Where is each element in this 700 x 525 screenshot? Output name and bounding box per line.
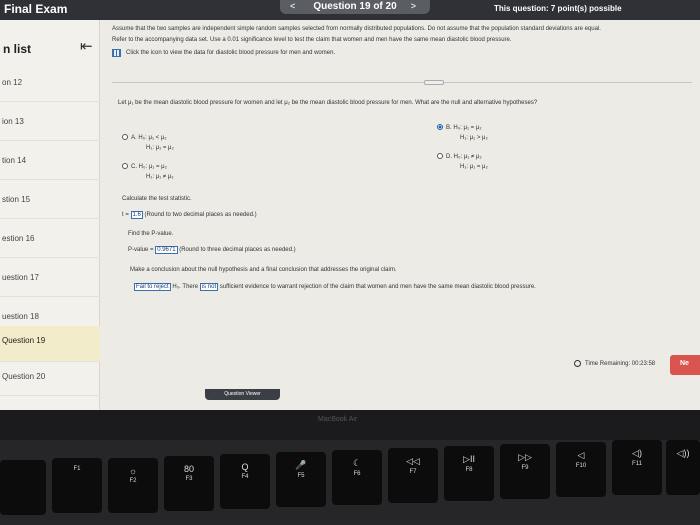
option-b-h0: B. H₀: μ₁ = μ₂	[446, 125, 482, 131]
t-prefix: t =	[122, 212, 129, 218]
option-d-h0: D. H₀: μ₁ ≠ μ₂	[446, 154, 482, 160]
conclusion-row: Fail to reject H₀. There is not sufficie…	[134, 283, 536, 291]
question-list-sidebar: n list ⇤ on 12 ion 13 tion 14 stion 15 e…	[0, 20, 100, 410]
prev-question-icon[interactable]: <	[290, 1, 295, 11]
option-d-radio[interactable]	[437, 153, 443, 159]
bezel-brand: MacBook Air	[318, 416, 358, 423]
key-f4: Q F4	[220, 454, 270, 509]
option-b[interactable]: B. H₀: μ₁ = μ₂	[437, 124, 482, 131]
sidebar-question-19[interactable]: Question 19	[0, 326, 100, 362]
key-f9: ▷▷ F9	[500, 444, 550, 499]
top-bar: Final Exam < Question 19 of 20 > This qu…	[0, 0, 700, 20]
conclusion-mid: H₀. There	[172, 284, 199, 290]
option-d[interactable]: D. H₀: μ₁ ≠ μ₂	[437, 153, 482, 160]
collapse-arrow-icon[interactable]: ⇤	[80, 37, 93, 55]
option-d-h1: H₁: μ₁ = μ₂	[460, 164, 488, 170]
option-a-h1: H₁: μ₁ = μ₂	[146, 145, 174, 151]
pvalue-prefix: P-value =	[128, 247, 154, 253]
option-a-h0: A. H₀: μ₁ < μ₂	[131, 135, 167, 141]
sidebar-question-20[interactable]: Question 20	[0, 362, 100, 396]
key-f3: 80 F3	[164, 456, 214, 511]
key-f12: ◁))	[666, 440, 700, 495]
key-f10: ◁ F10	[556, 442, 606, 497]
key-f1: F1	[52, 458, 102, 513]
laptop-bezel: MacBook Air	[0, 410, 700, 440]
key-f5: 🎤 F5	[276, 452, 326, 507]
next-question-icon[interactable]: >	[411, 1, 416, 11]
section-divider	[112, 80, 692, 85]
question-viewer-button[interactable]: Question Viewer	[205, 389, 280, 400]
key-f7: ◁◁ F7	[388, 448, 438, 503]
option-c-radio[interactable]	[122, 163, 128, 169]
pvalue-hint: (Round to three decimal places as needed…	[179, 247, 296, 253]
option-c-h0: C. H₀: μ₁ = μ₂	[131, 164, 167, 170]
key-f8: ▷II F8	[444, 446, 494, 501]
intro-line-2: Refer to the accompanying data set. Use …	[112, 37, 512, 43]
t-statistic-input[interactable]: 1.6	[130, 211, 143, 219]
data-link-text[interactable]: Click the icon to view the data for dias…	[126, 50, 335, 56]
question-counter: Question 19 of 20	[313, 1, 397, 12]
data-table-icon[interactable]	[112, 49, 121, 57]
pvalue-label: Find the P-value.	[128, 231, 174, 237]
question-navigator[interactable]: < Question 19 of 20 >	[280, 0, 430, 14]
keyboard: F1 ☼ F2 80 F3 Q F4 🎤 F5 ☾ F6 ◁◁ F7 ▷II F8 ▷▷ F9 …	[0, 440, 700, 525]
sidebar-question-15[interactable]: stion 15	[0, 185, 100, 219]
exam-title: Final Exam	[4, 2, 68, 16]
time-remaining: Time Remaining: 00:23:58	[574, 360, 655, 367]
sidebar-question-16[interactable]: estion 16	[0, 224, 100, 258]
conclusion-tail: sufficient evidence to warrant rejection…	[219, 284, 536, 290]
option-b-radio[interactable]	[437, 124, 443, 130]
evidence-dropdown[interactable]: is not	[199, 283, 219, 291]
hypothesis-prompt: Let μ₁ be the mean diastolic blood press…	[118, 100, 538, 106]
reject-dropdown[interactable]: Fail to reject	[134, 283, 171, 291]
points-possible: This question: 7 point(s) possible	[494, 4, 622, 13]
option-c-h1: H₁: μ₁ ≠ μ₂	[146, 174, 174, 180]
key-f2: ☼ F2	[108, 458, 158, 513]
sidebar-question-17[interactable]: uestion 17	[0, 263, 100, 297]
pvalue-row: P-value = 0.9671 (Round to three decimal…	[128, 246, 296, 254]
option-a[interactable]: A. H₀: μ₁ < μ₂	[122, 134, 167, 141]
option-c[interactable]: C. H₀: μ₁ = μ₂	[122, 163, 167, 170]
t-hint: (Round to two decimal places as needed.)	[144, 212, 257, 218]
sidebar-question-13[interactable]: ion 13	[0, 107, 100, 141]
problem-intro: Assume that the two samples are independ…	[112, 24, 692, 57]
option-b-h1: H₁: μ₁ > μ₂	[460, 135, 488, 141]
sidebar-question-14[interactable]: tion 14	[0, 146, 100, 180]
time-remaining-text: Time Remaining: 00:23:58	[585, 360, 656, 367]
calc-label: Calculate the test statistic.	[122, 196, 192, 202]
screen: Final Exam < Question 19 of 20 > This qu…	[0, 0, 700, 410]
data-link-row[interactable]: Click the icon to view the data for dias…	[112, 49, 692, 57]
question-content: Assume that the two samples are independ…	[112, 24, 692, 291]
intro-line-1: Assume that the two samples are independ…	[112, 26, 601, 32]
t-statistic-row: t = 1.6 (Round to two decimal places as …	[122, 211, 257, 219]
clock-icon	[574, 360, 581, 367]
question-list-title: n list	[3, 42, 32, 56]
expand-dots-icon[interactable]	[424, 80, 444, 85]
key-f6: ☾ F6	[332, 450, 382, 505]
key-f11: ◁) F11	[612, 440, 662, 495]
option-a-radio[interactable]	[122, 134, 128, 140]
next-button[interactable]: Ne	[670, 355, 700, 375]
pvalue-input[interactable]: 0.9671	[155, 246, 178, 254]
conclusion-label: Make a conclusion about the null hypothe…	[130, 267, 397, 273]
sidebar-question-12[interactable]: on 12	[0, 68, 100, 102]
key-esc	[0, 460, 46, 515]
